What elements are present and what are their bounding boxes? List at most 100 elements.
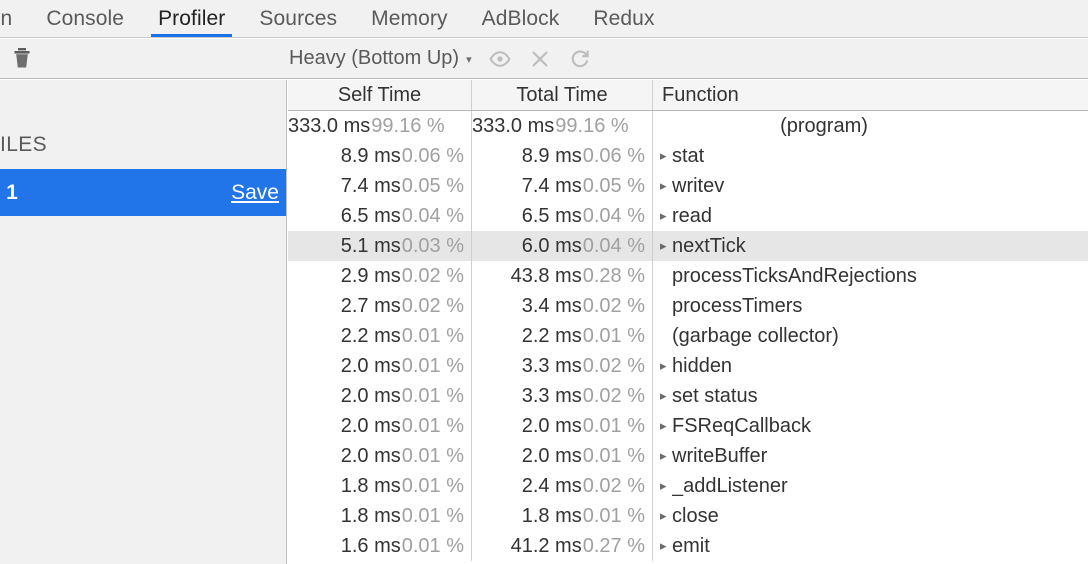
total-time-cell: 41.2 ms0.27 % <box>472 531 653 561</box>
table-row[interactable]: 8.9 ms0.06 %8.9 ms0.06 %▸stat <box>288 141 1088 171</box>
self-time-ms: 2.0 ms <box>341 385 401 408</box>
function-cell: ▸processTicksAndRejections <box>653 261 1088 291</box>
table-row[interactable]: 2.0 ms0.01 %2.0 ms0.01 %▸writeBuffer <box>288 441 1088 471</box>
total-time-cell: 2.0 ms0.01 % <box>472 411 653 441</box>
self-time-percent: 0.01 % <box>401 415 464 438</box>
total-time-ms: 3.3 ms <box>522 355 582 378</box>
tab-console[interactable]: Console <box>29 0 141 37</box>
table-row[interactable]: 2.0 ms0.01 %2.0 ms0.01 %▸FSReqCallback <box>288 411 1088 441</box>
trash-icon <box>12 47 32 71</box>
total-time-cell: 8.9 ms0.06 % <box>472 141 653 171</box>
table-row[interactable]: 7.4 ms0.05 %7.4 ms0.05 %▸writev <box>288 171 1088 201</box>
table-row[interactable]: 333.0 ms99.16 %333.0 ms99.16 %▸(program) <box>288 111 1088 141</box>
disclosure-triangle-icon[interactable]: ▸ <box>660 178 672 194</box>
function-name: writev <box>672 175 724 198</box>
devtools-tab-bar: ionConsoleProfilerSourcesMemoryAdBlockRe… <box>0 0 1088 38</box>
self-time-percent: 0.03 % <box>401 235 464 258</box>
total-time-cell: 6.0 ms0.04 % <box>472 231 653 261</box>
tab-ion[interactable]: ion <box>0 0 29 37</box>
disclosure-triangle-icon[interactable]: ▸ <box>660 238 672 254</box>
function-name: emit <box>672 535 710 558</box>
focus-eye-icon[interactable] <box>489 48 511 70</box>
grid-header-row: Self TimeTotal TimeFunction <box>288 80 1088 111</box>
total-time-ms: 7.4 ms <box>522 175 582 198</box>
disclosure-triangle-icon[interactable]: ▸ <box>660 538 672 554</box>
self-time-cell: 5.1 ms0.03 % <box>288 231 472 261</box>
sidebar-item-profile[interactable]: file 1 Save <box>0 169 287 216</box>
function-name: _addListener <box>672 475 788 498</box>
function-cell: ▸(garbage collector) <box>653 321 1088 351</box>
restore-refresh-icon[interactable] <box>569 48 591 70</box>
total-time-percent: 0.02 % <box>582 475 645 498</box>
function-name: set status <box>672 385 758 408</box>
total-time-percent: 0.04 % <box>582 205 645 228</box>
self-time-cell: 2.0 ms0.01 % <box>288 351 472 381</box>
function-cell: ▸_addListener <box>653 471 1088 501</box>
function-name: (program) <box>780 115 868 138</box>
column-header-self-time[interactable]: Self Time <box>288 80 472 110</box>
total-time-ms: 8.9 ms <box>522 145 582 168</box>
disclosure-triangle-icon[interactable]: ▸ <box>660 388 672 404</box>
function-name: FSReqCallback <box>672 415 811 438</box>
total-time-percent: 0.27 % <box>582 535 645 558</box>
devtools-profiler-panel: ionConsoleProfilerSourcesMemoryAdBlockRe… <box>0 0 1088 564</box>
self-time-percent: 0.01 % <box>401 445 464 468</box>
self-time-percent: 0.01 % <box>401 325 464 348</box>
self-time-cell: 333.0 ms99.16 % <box>288 111 472 141</box>
table-row[interactable]: 1.8 ms0.01 %2.4 ms0.02 %▸_addListener <box>288 471 1088 501</box>
table-row[interactable]: 2.0 ms0.01 %3.3 ms0.02 %▸set status <box>288 381 1088 411</box>
self-time-ms: 2.0 ms <box>341 445 401 468</box>
self-time-ms: 1.8 ms <box>341 505 401 528</box>
disclosure-triangle-icon[interactable]: ▸ <box>660 418 672 434</box>
disclosure-triangle-icon[interactable]: ▸ <box>660 358 672 374</box>
disclosure-triangle-icon[interactable]: ▸ <box>660 508 672 524</box>
table-row[interactable]: 1.8 ms0.01 %1.8 ms0.01 %▸close <box>288 501 1088 531</box>
total-time-cell: 2.4 ms0.02 % <box>472 471 653 501</box>
function-cell: ▸writeBuffer <box>653 441 1088 471</box>
total-time-cell: 2.2 ms0.01 % <box>472 321 653 351</box>
tab-adblock[interactable]: AdBlock <box>465 0 577 37</box>
save-profile-link[interactable]: Save <box>231 181 279 205</box>
self-time-cell: 7.4 ms0.05 % <box>288 171 472 201</box>
total-time-ms: 2.0 ms <box>522 445 582 468</box>
column-header-total-time[interactable]: Total Time <box>472 80 653 110</box>
function-name: (garbage collector) <box>672 325 839 348</box>
self-time-cell: 6.5 ms0.04 % <box>288 201 472 231</box>
tab-profiler[interactable]: Profiler <box>141 0 242 37</box>
function-name: processTicksAndRejections <box>672 265 917 288</box>
self-time-ms: 7.4 ms <box>341 175 401 198</box>
total-time-cell: 6.5 ms0.04 % <box>472 201 653 231</box>
total-time-cell: 1.8 ms0.01 % <box>472 501 653 531</box>
self-time-cell: 2.9 ms0.02 % <box>288 261 472 291</box>
disclosure-triangle-icon[interactable]: ▸ <box>660 208 672 224</box>
disclosure-spacer: ▸ <box>660 298 672 314</box>
tab-redux[interactable]: Redux <box>576 0 671 37</box>
table-row[interactable]: 1.6 ms0.01 %41.2 ms0.27 %▸emit <box>288 531 1088 561</box>
disclosure-spacer: ▸ <box>660 268 672 284</box>
total-time-ms: 1.8 ms <box>522 505 582 528</box>
disclosure-triangle-icon[interactable]: ▸ <box>660 148 672 164</box>
total-time-percent: 99.16 % <box>554 115 628 138</box>
tab-memory[interactable]: Memory <box>354 0 464 37</box>
total-time-percent: 0.04 % <box>582 235 645 258</box>
clear-profiles-button[interactable] <box>0 39 44 78</box>
self-time-ms: 8.9 ms <box>341 145 401 168</box>
self-time-cell: 2.2 ms0.01 % <box>288 321 472 351</box>
column-header-function[interactable]: Function <box>653 80 1088 110</box>
disclosure-triangle-icon[interactable]: ▸ <box>660 448 672 464</box>
exclude-x-icon[interactable] <box>529 48 551 70</box>
table-row[interactable]: 2.0 ms0.01 %3.3 ms0.02 %▸hidden <box>288 351 1088 381</box>
view-mode-label: Heavy (Bottom Up) <box>289 47 459 70</box>
disclosure-triangle-icon[interactable]: ▸ <box>660 478 672 494</box>
self-time-percent: 0.02 % <box>401 265 464 288</box>
function-name: hidden <box>672 355 732 378</box>
table-row[interactable]: 2.2 ms0.01 %2.2 ms0.01 %▸(garbage collec… <box>288 321 1088 351</box>
table-row[interactable]: 2.7 ms0.02 %3.4 ms0.02 %▸processTimers <box>288 291 1088 321</box>
table-row[interactable]: 6.5 ms0.04 %6.5 ms0.04 %▸read <box>288 201 1088 231</box>
view-mode-select[interactable]: Heavy (Bottom Up) ▾ <box>289 47 472 70</box>
table-row[interactable]: 2.9 ms0.02 %43.8 ms0.28 %▸processTicksAn… <box>288 261 1088 291</box>
tab-sources[interactable]: Sources <box>242 0 354 37</box>
total-time-ms: 3.3 ms <box>522 385 582 408</box>
self-time-percent: 0.02 % <box>401 295 464 318</box>
table-row[interactable]: 5.1 ms0.03 %6.0 ms0.04 %▸nextTick <box>288 231 1088 261</box>
